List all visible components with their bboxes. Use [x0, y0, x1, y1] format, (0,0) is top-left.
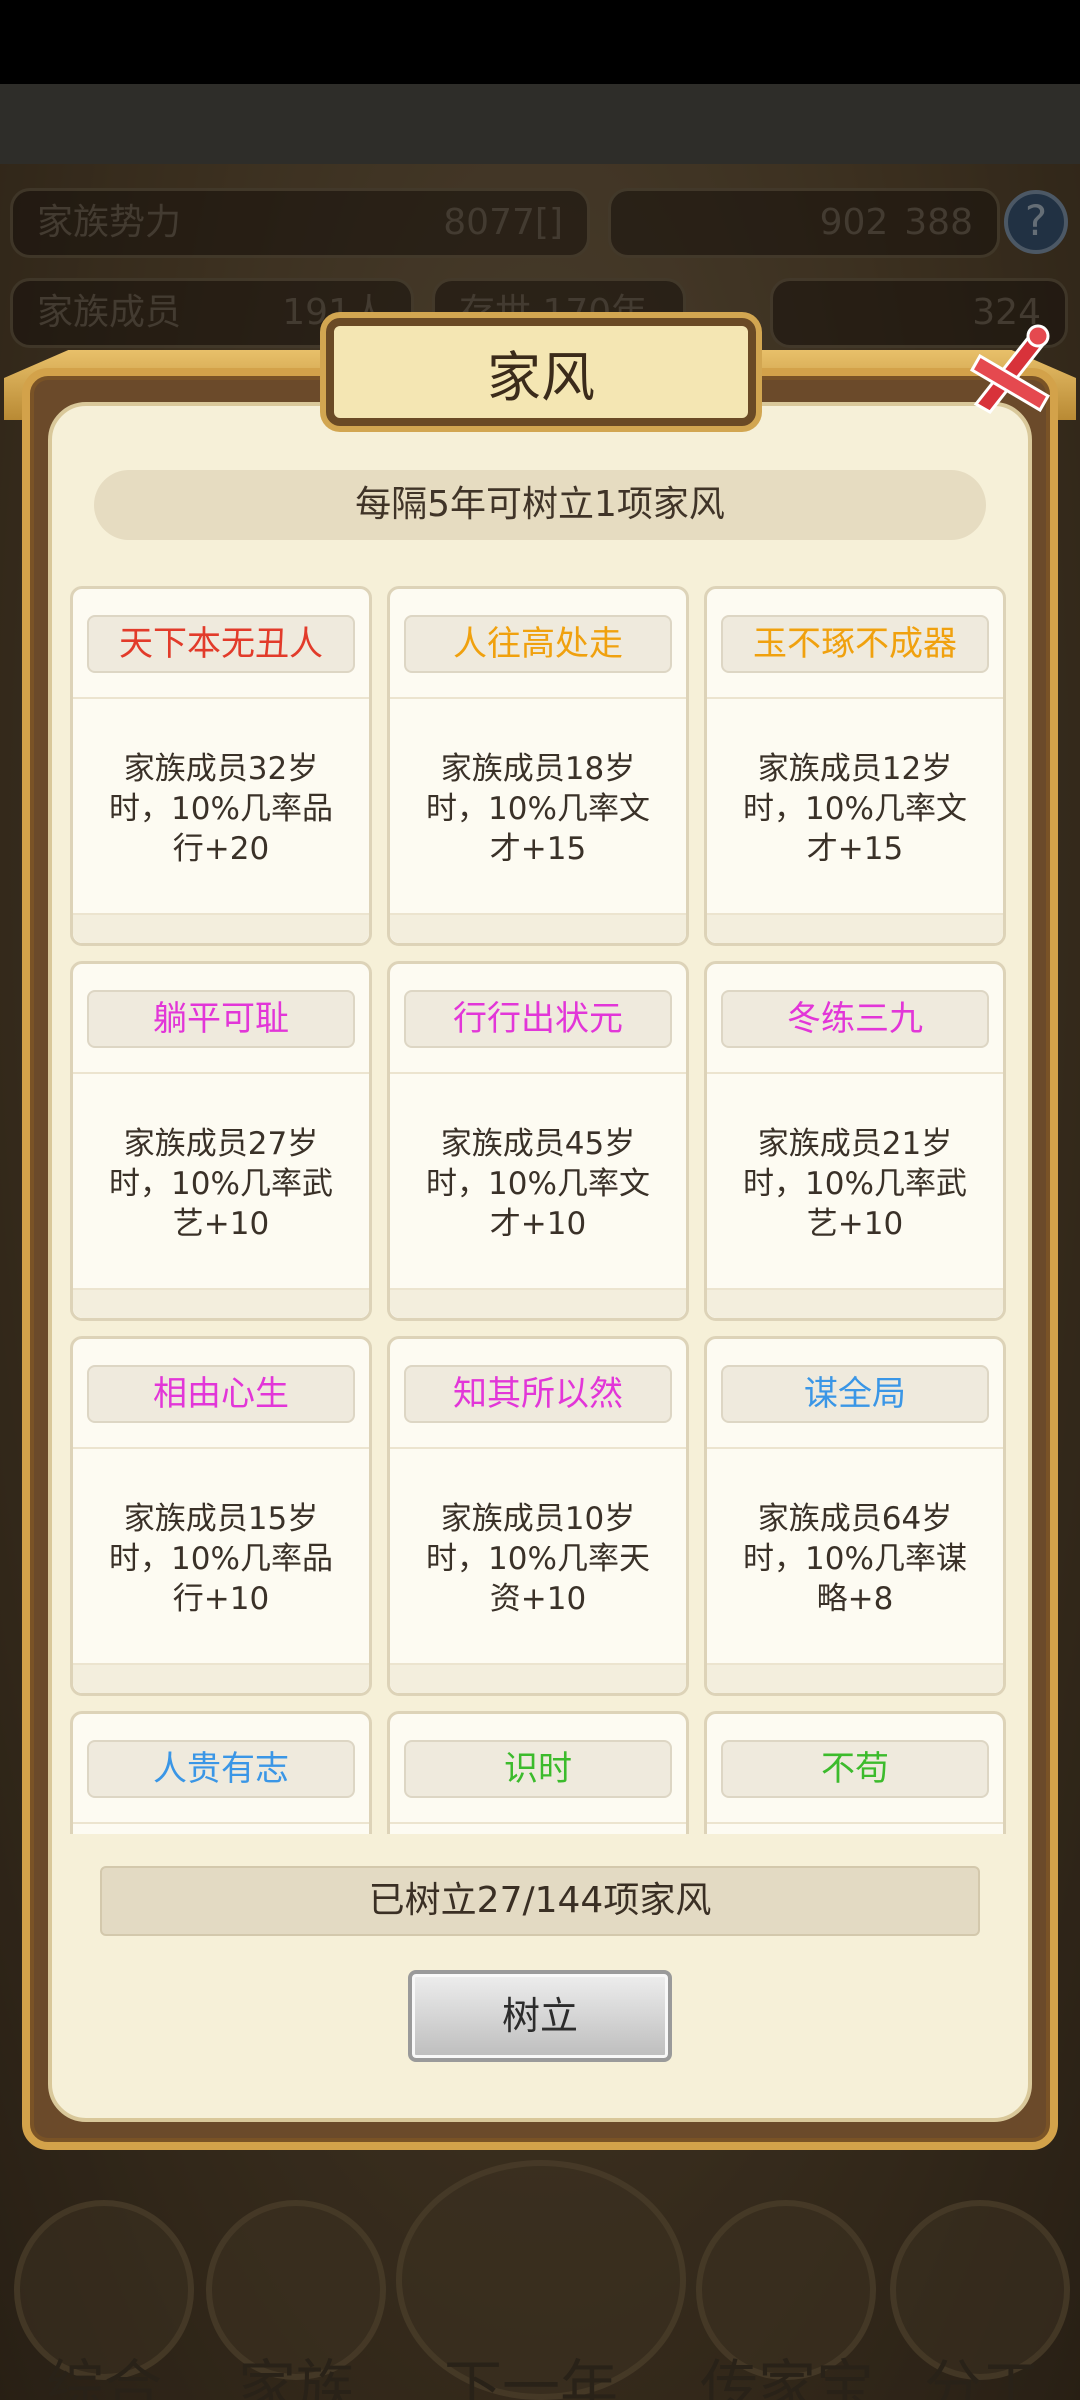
card-title: 相由心生	[87, 1365, 355, 1423]
family-style-card[interactable]: 人贵有志	[70, 1711, 372, 1834]
card-divider	[707, 1822, 1003, 1824]
card-divider	[73, 1822, 369, 1824]
family-style-card[interactable]: 人往高处走家族成员18岁时，10%几率文才+15	[387, 586, 689, 946]
card-footer	[707, 1663, 1003, 1693]
family-style-card[interactable]: 识时	[387, 1711, 689, 1834]
card-divider	[390, 697, 686, 699]
card-divider	[707, 1447, 1003, 1449]
family-style-card[interactable]: 知其所以然家族成员10岁时，10%几率天资+10	[387, 1336, 689, 1696]
close-button[interactable]	[956, 316, 1066, 426]
info-bar: 每隔5年可树立1项家风	[94, 470, 986, 540]
card-title: 人贵有志	[87, 1740, 355, 1798]
family-style-card[interactable]: 行行出状元家族成员45岁时，10%几率文才+10	[387, 961, 689, 1321]
card-title: 玉不琢不成器	[721, 615, 989, 673]
card-title: 行行出状元	[404, 990, 672, 1048]
card-title: 谋全局	[721, 1365, 989, 1423]
card-description: 家族成员32岁时，10%几率品行+20	[109, 751, 333, 867]
dialog-title: 家风	[487, 345, 595, 409]
card-footer	[390, 913, 686, 943]
family-style-card[interactable]: 冬练三九家族成员21岁时，10%几率武艺+10	[704, 961, 1006, 1321]
card-title: 冬练三九	[721, 990, 989, 1048]
card-footer	[390, 1663, 686, 1693]
card-description: 家族成员64岁时，10%几率谋略+8	[743, 1501, 967, 1617]
establish-button[interactable]: 树立	[408, 1970, 672, 2062]
card-description: 家族成员27岁时，10%几率武艺+10	[109, 1126, 333, 1242]
family-style-card[interactable]: 不苟	[704, 1711, 1006, 1834]
family-style-card[interactable]: 玉不琢不成器家族成员12岁时，10%几率文才+15	[704, 586, 1006, 946]
card-description: 家族成员18岁时，10%几率文才+15	[426, 751, 650, 867]
card-description: 家族成员45岁时，10%几率文才+10	[426, 1126, 650, 1242]
card-footer	[707, 1288, 1003, 1318]
card-title: 躺平可耻	[87, 990, 355, 1048]
dialog-title-plaque: 家风	[326, 318, 756, 426]
card-footer	[390, 1288, 686, 1318]
family-style-card[interactable]: 躺平可耻家族成员27岁时，10%几率武艺+10	[70, 961, 372, 1321]
card-divider	[73, 1447, 369, 1449]
card-divider	[707, 1072, 1003, 1074]
card-divider	[390, 1822, 686, 1824]
card-divider	[707, 697, 1003, 699]
family-style-list[interactable]: 天下本无丑人 家族成员32岁时，10%几率品行+20 人往高处走 家族成员18岁时，1…	[70, 586, 1010, 1834]
status-bar	[0, 0, 1080, 84]
card-divider	[390, 1447, 686, 1449]
card-description: 家族成员15岁时，10%几率品行+10	[109, 1501, 333, 1617]
card-footer	[707, 913, 1003, 943]
close-icon	[969, 324, 1051, 414]
card-title: 知其所以然	[404, 1365, 672, 1423]
card-title: 人往高处走	[404, 615, 672, 673]
family-style-card[interactable]: 相由心生家族成员15岁时，10%几率品行+10	[70, 1336, 372, 1696]
card-footer	[73, 1663, 369, 1693]
progress-bar: 已树立27/144项家风	[100, 1866, 980, 1936]
card-title: 不苟	[721, 1740, 989, 1798]
card-title: 天下本无丑人	[87, 615, 355, 673]
card-description: 家族成员21岁时，10%几率武艺+10	[743, 1126, 967, 1242]
card-description: 家族成员12岁时，10%几率文才+15	[743, 751, 967, 867]
card-footer	[73, 1288, 369, 1318]
card-divider	[390, 1072, 686, 1074]
card-divider	[73, 697, 369, 699]
family-style-card[interactable]: 谋全局家族成员64岁时，10%几率谋略+8	[704, 1336, 1006, 1696]
card-divider	[73, 1072, 369, 1074]
card-footer	[73, 913, 369, 943]
family-style-card[interactable]: 天下本无丑人家族成员32岁时，10%几率品行+20	[70, 586, 372, 946]
card-title: 识时	[404, 1740, 672, 1798]
card-description: 家族成员10岁时，10%几率天资+10	[426, 1501, 650, 1617]
